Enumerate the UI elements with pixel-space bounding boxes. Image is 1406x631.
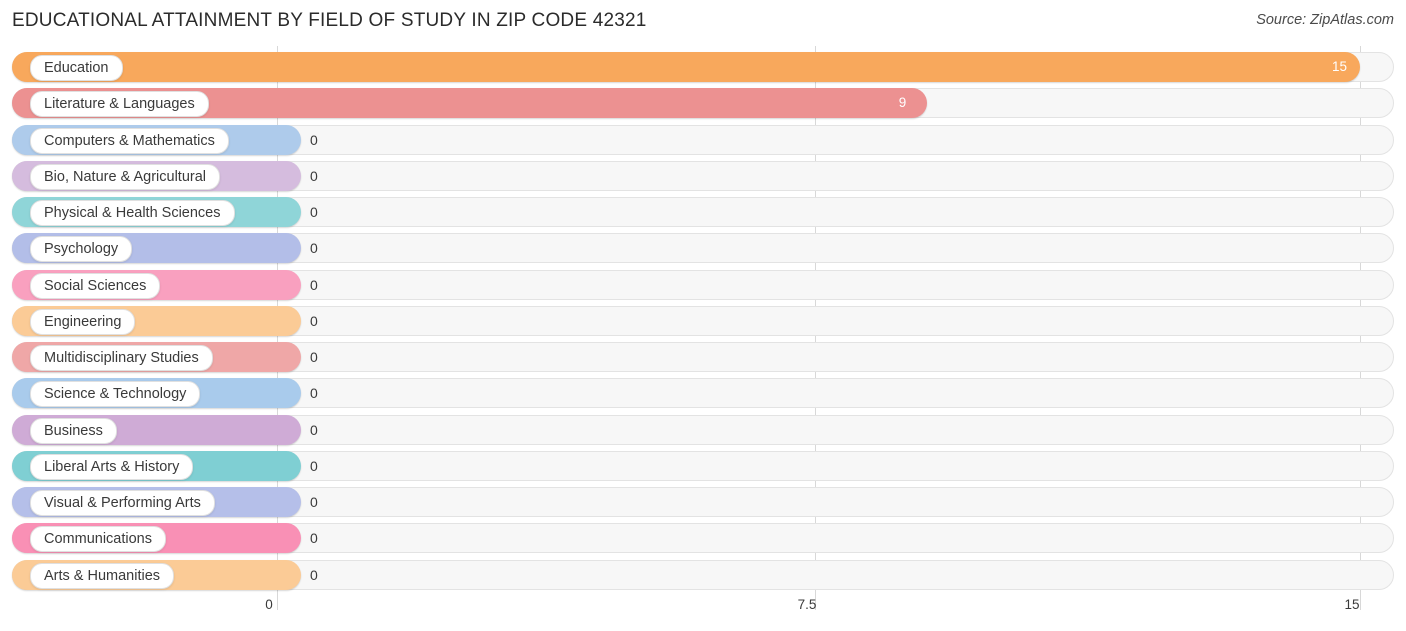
value-label: 0 xyxy=(310,566,318,583)
axis-tick-label: 0 xyxy=(265,597,273,612)
category-label: Science & Technology xyxy=(30,381,201,408)
category-label: Business xyxy=(30,417,117,444)
value-label: 9 xyxy=(898,95,907,111)
bar-row[interactable]: Social Sciences 0 xyxy=(12,269,1394,300)
axis-tick-mark xyxy=(1360,594,1361,610)
category-label: Computers & Mathematics xyxy=(30,127,229,154)
value-label: 0 xyxy=(310,385,318,402)
chart-plot-area: Education 15 Literature & Languages 9 Comput… xyxy=(0,46,1406,594)
value-label: 0 xyxy=(310,421,318,438)
value-label: 0 xyxy=(310,349,318,365)
value-label: 0 xyxy=(310,131,318,148)
bar-row[interactable]: Engineering 0 xyxy=(12,305,1394,336)
bar-row[interactable]: Liberal Arts & History 0 xyxy=(12,450,1394,481)
value-label: 0 xyxy=(310,167,318,184)
bar-row[interactable]: Arts & Humanities 0 xyxy=(12,559,1394,590)
value-bar[interactable] xyxy=(12,52,1360,82)
value-label: 0 xyxy=(310,457,318,474)
bar-row[interactable]: Computers & Mathematics 0 xyxy=(12,124,1394,155)
bar-row[interactable]: Multidisciplinary Studies 0 xyxy=(12,342,1394,372)
value-label: 0 xyxy=(310,494,318,510)
category-label: Psychology xyxy=(30,236,133,263)
bar-row[interactable]: Business 0 xyxy=(12,414,1394,445)
category-label: Communications xyxy=(30,526,166,553)
axis-tick-label: 15 xyxy=(1344,597,1360,612)
category-label: Bio, Nature & Agricultural xyxy=(30,163,220,190)
bar-row[interactable]: Psychology 0 xyxy=(12,233,1394,264)
value-label: 0 xyxy=(310,276,318,293)
category-label: Engineering xyxy=(30,308,136,335)
source-attribution: Source: ZipAtlas.com xyxy=(1256,12,1394,28)
category-label: Arts & Humanities xyxy=(30,562,175,589)
chart-header: EDUCATIONAL ATTAINMENT BY FIELD OF STUDY… xyxy=(0,0,1406,46)
page-title: EDUCATIONAL ATTAINMENT BY FIELD OF STUDY… xyxy=(12,10,647,31)
bar-row[interactable]: Physical & Health Sciences 0 xyxy=(12,197,1394,227)
bar-rows: Education 15 Literature & Languages 9 Comput… xyxy=(0,46,1406,594)
value-label: 0 xyxy=(310,204,318,220)
axis-tick-label: 7.5 xyxy=(797,597,817,612)
category-label: Physical & Health Sciences xyxy=(30,200,235,226)
axis-tick-mark xyxy=(277,594,278,610)
value-label: 0 xyxy=(310,312,318,329)
x-axis: 0 7.5 15 xyxy=(0,594,1406,631)
category-label: Social Sciences xyxy=(30,272,161,299)
category-label: Liberal Arts & History xyxy=(30,453,194,480)
bar-row[interactable]: Bio, Nature & Agricultural 0 xyxy=(12,160,1394,191)
value-label: 0 xyxy=(310,240,318,257)
category-label: Literature & Languages xyxy=(30,91,209,118)
bar-row[interactable]: Education 15 xyxy=(12,52,1394,82)
bar-row[interactable]: Literature & Languages 9 xyxy=(12,88,1394,119)
bar-row[interactable]: Science & Technology 0 xyxy=(12,378,1394,409)
bar-row[interactable]: Communications 0 xyxy=(12,523,1394,554)
bar-row[interactable]: Visual & Performing Arts 0 xyxy=(12,487,1394,517)
category-label: Visual & Performing Arts xyxy=(30,490,215,516)
category-label: Multidisciplinary Studies xyxy=(30,345,213,371)
value-label: 0 xyxy=(310,530,318,547)
value-label: 15 xyxy=(1332,59,1348,74)
category-label: Education xyxy=(30,55,123,81)
